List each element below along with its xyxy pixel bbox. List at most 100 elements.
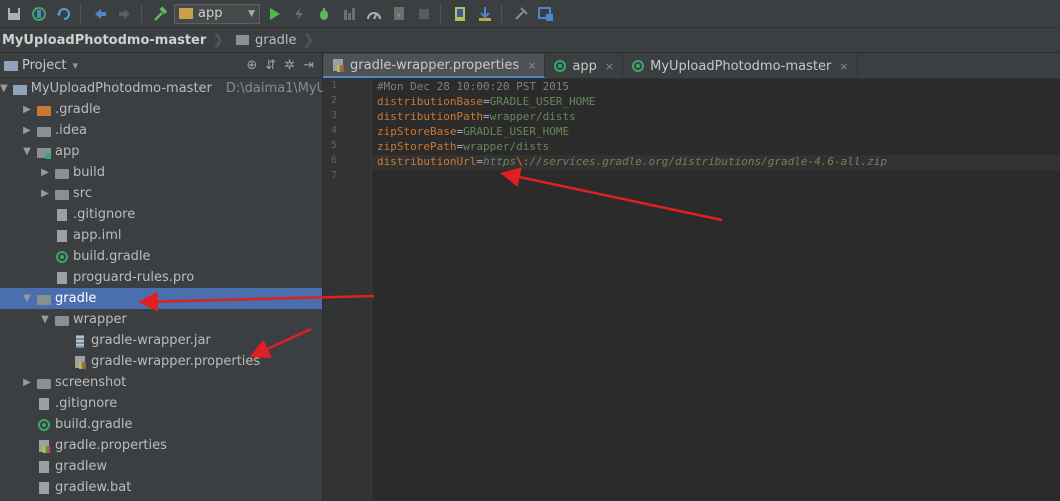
- run-configuration-select[interactable]: app ▼: [174, 3, 260, 24]
- tree-item[interactable]: ▼ app: [0, 141, 322, 162]
- project-structure-icon[interactable]: [535, 3, 557, 25]
- module-icon: [37, 145, 51, 159]
- stop-icon[interactable]: [413, 3, 435, 25]
- tree-item-label: app.iml: [73, 228, 122, 243]
- breadcrumb-project[interactable]: MyUploadPhotodmo-master ❯: [0, 28, 228, 52]
- attach-debugger-icon[interactable]: [338, 3, 360, 25]
- apply-changes-icon[interactable]: [288, 3, 310, 25]
- line-number: 3: [330, 110, 337, 121]
- project-view-icon: [4, 58, 18, 72]
- breadcrumb-project-label: MyUploadPhotodmo-master: [2, 32, 207, 48]
- gear-icon[interactable]: ✲: [284, 58, 295, 73]
- expand-arrow-icon[interactable]: ▼: [22, 293, 32, 304]
- editor-tab[interactable]: gradle-wrapper.properties ×: [323, 54, 546, 78]
- folder-icon: [37, 376, 51, 390]
- sdk-manager-icon[interactable]: [474, 3, 496, 25]
- file-icon: [55, 229, 69, 243]
- line-number: 7: [330, 170, 337, 181]
- tree-item[interactable]: ▼ wrapper: [0, 309, 322, 330]
- tree-item[interactable]: ▶ screenshot: [0, 372, 322, 393]
- code-line: distributionUrl=https\://services.gradle…: [377, 155, 887, 168]
- sync-icon[interactable]: [28, 3, 50, 25]
- expand-arrow-icon[interactable]: ▼: [22, 146, 32, 157]
- collapse-arrow-icon[interactable]: ▶: [22, 125, 32, 136]
- refresh-icon[interactable]: [53, 3, 75, 25]
- file-icon: [37, 397, 51, 411]
- tree-item[interactable]: build.gradle: [0, 246, 322, 267]
- property-key: zipStoreBase: [377, 125, 457, 138]
- expand-arrow-icon[interactable]: ▼: [0, 83, 8, 94]
- breadcrumb-gradle-folder[interactable]: gradle ❯: [228, 28, 318, 52]
- main-toolbar: app ▼: [0, 0, 1060, 28]
- property-value: GRADLE_USER_HOME: [463, 125, 570, 138]
- property-value: https: [482, 155, 517, 168]
- property-value: wrapper/dists: [463, 140, 550, 153]
- avd-manager-icon[interactable]: [449, 3, 471, 25]
- file-icon: [37, 481, 51, 495]
- chevron-right-icon: ❯: [302, 32, 315, 48]
- collapse-arrow-icon[interactable]: ▶: [40, 167, 50, 178]
- code-line: distributionBase=GRADLE_USER_HOME: [377, 95, 596, 108]
- tree-item-label: MyUploadPhotodmo-master: [30, 81, 212, 96]
- tree-item-label: .gitignore: [73, 207, 136, 222]
- navigation-breadcrumb: MyUploadPhotodmo-master ❯ gradle ❯: [0, 28, 1060, 53]
- close-tab-icon[interactable]: ×: [527, 59, 536, 72]
- collapse-arrow-icon[interactable]: ▶: [22, 377, 32, 388]
- profile-icon[interactable]: [363, 3, 385, 25]
- layout-inspector-icon[interactable]: [510, 3, 532, 25]
- editor-tab-label: gradle-wrapper.properties: [350, 57, 520, 73]
- close-tab-icon[interactable]: ×: [839, 60, 848, 73]
- tree-item[interactable]: ▶ .gradle: [0, 99, 322, 120]
- save-all-icon[interactable]: [3, 3, 25, 25]
- chevron-down-icon[interactable]: ▾: [72, 59, 78, 72]
- tree-item-label: gradlew: [55, 459, 108, 474]
- build-hammer-icon[interactable]: [150, 3, 172, 25]
- line-number: 1: [330, 80, 337, 91]
- tree-item-label: screenshot: [55, 375, 127, 390]
- code-line: distributionPath=wrapper/dists: [377, 110, 576, 123]
- tree-item[interactable]: build.gradle: [0, 414, 322, 435]
- tree-item[interactable]: gradle-wrapper.jar: [0, 330, 322, 351]
- tree-item[interactable]: gradlew.bat: [0, 477, 322, 498]
- run-icon[interactable]: [263, 3, 285, 25]
- tree-item[interactable]: app.iml: [0, 225, 322, 246]
- line-number: 5: [330, 140, 337, 151]
- tree-item[interactable]: ▶ build: [0, 162, 322, 183]
- debug-icon[interactable]: [313, 3, 335, 25]
- file-icon: [37, 460, 51, 474]
- back-icon[interactable]: [89, 3, 111, 25]
- editor-tab[interactable]: app ×: [545, 54, 624, 78]
- tree-item[interactable]: ▼ gradle: [0, 288, 322, 309]
- hide-panel-icon[interactable]: ⇥: [303, 58, 314, 73]
- tree-item[interactable]: gradle-wrapper.properties: [0, 351, 322, 372]
- properties-file-icon: [73, 355, 87, 369]
- expand-arrow-icon[interactable]: ▼: [40, 314, 50, 325]
- gradle-file-icon: [37, 418, 51, 432]
- project-view-select[interactable]: Project: [22, 58, 66, 73]
- apply-code-icon[interactable]: [388, 3, 410, 25]
- collapse-arrow-icon[interactable]: ▶: [40, 188, 50, 199]
- tree-item-label: gradle-wrapper.jar: [91, 333, 211, 348]
- tree-item[interactable]: ▶ src: [0, 183, 322, 204]
- tree-item[interactable]: gradlew: [0, 456, 322, 477]
- editor-tab[interactable]: MyUploadPhotodmo-master ×: [623, 54, 858, 78]
- tree-item[interactable]: .gitignore: [0, 393, 322, 414]
- property-value: GRADLE_USER_HOME: [489, 95, 596, 108]
- tree-item[interactable]: .gitignore: [0, 204, 322, 225]
- tree-item[interactable]: proguard-rules.pro: [0, 267, 322, 288]
- code-editor: gradle-wrapper.properties × app × MyUploadPh…: [323, 53, 1060, 501]
- gradle-file-icon: [631, 59, 645, 73]
- editor-tabs: gradle-wrapper.properties × app × MyUploadPh…: [323, 53, 1060, 79]
- line-number: 4: [330, 125, 337, 136]
- forward-icon[interactable]: [114, 3, 136, 25]
- collapse-all-icon[interactable]: ⇵: [265, 58, 276, 73]
- tree-item[interactable]: ▼ MyUploadPhotodmo-master D:\daima1\MyUplo: [0, 78, 346, 99]
- editor-tab-label: app: [572, 58, 597, 74]
- tree-item[interactable]: gradle.properties: [0, 435, 322, 456]
- collapse-arrow-icon[interactable]: ▶: [22, 104, 32, 115]
- scroll-from-source-icon[interactable]: ⊕: [246, 58, 257, 73]
- property-value: wrapper/dists: [489, 110, 576, 123]
- close-tab-icon[interactable]: ×: [605, 60, 614, 73]
- tree-item[interactable]: ▶ .idea: [0, 120, 322, 141]
- editor-tab-label: MyUploadPhotodmo-master: [650, 58, 832, 74]
